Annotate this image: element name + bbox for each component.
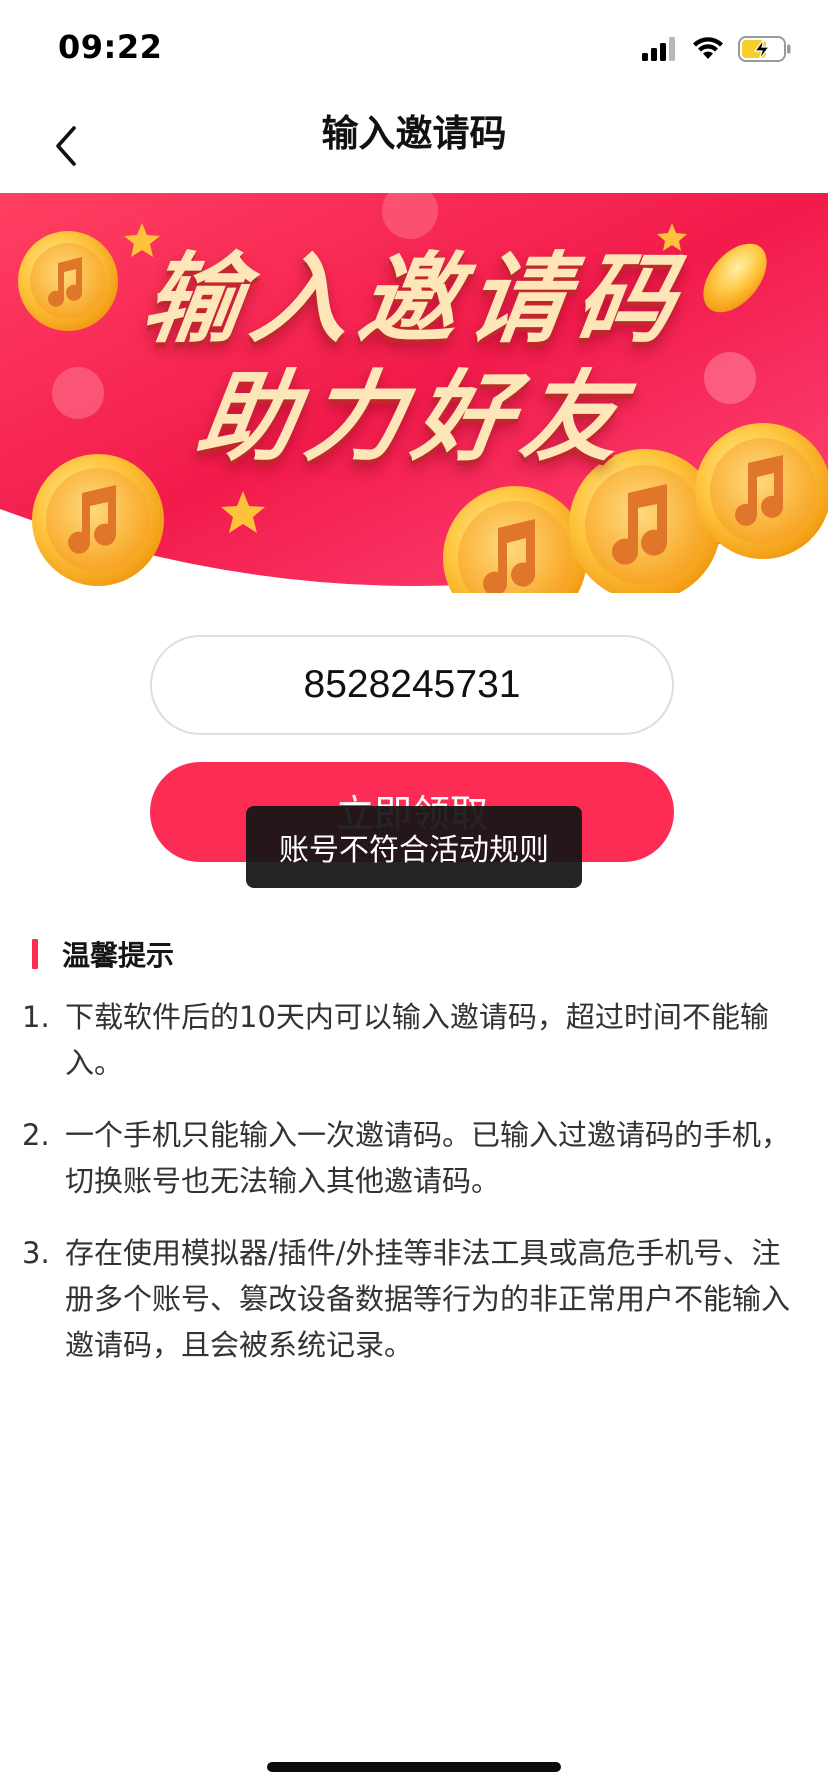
list-item-number: 3. (22, 1236, 50, 1270)
status-time: 09:22 (58, 28, 163, 66)
home-indicator[interactable] (267, 1762, 561, 1772)
list-item: 1. 下载软件后的10天内可以输入邀请码，超过时间不能输入。 (22, 994, 802, 1086)
list-item: 2. 一个手机只能输入一次邀请码。已输入过邀请码的手机，切换账号也无法输入其他邀… (22, 1112, 802, 1204)
status-bar: 09:22 (0, 0, 828, 96)
list-item: 3. 存在使用模拟器/插件/外挂等非法工具或高危手机号、注册多个账号、篡改设备数… (22, 1230, 802, 1368)
nav-bar: 输入邀请码 (0, 96, 828, 192)
status-icons (642, 34, 792, 64)
invite-code-input[interactable] (150, 635, 674, 735)
page-title: 输入邀请码 (321, 112, 507, 155)
invite-code-screen: 09:22 输入邀请码 输入邀请码 助力好友 8528245731 账号不符合活… (0, 0, 828, 1792)
wifi-icon (693, 37, 723, 59)
list-item-text: 存在使用模拟器/插件/外挂等非法工具或高危手机号、注册多个账号、篡改设备数据等行… (65, 1236, 791, 1362)
battery-charging-icon (738, 36, 791, 62)
list-item-text: 下载软件后的10天内可以输入邀请码，超过时间不能输入。 (65, 1000, 769, 1080)
tips-list: 1. 下载软件后的10天内可以输入邀请码，超过时间不能输入。 2. 一个手机只能… (22, 994, 802, 1394)
tips-accent-bar (32, 939, 38, 969)
promo-banner: 输入邀请码 助力好友 (0, 193, 828, 593)
banner-headline: 输入邀请码 (135, 243, 693, 357)
tips-title: 温馨提示 (62, 939, 175, 972)
error-toast: 账号不符合活动规则 (246, 806, 582, 888)
tips-header: 温馨提示 (32, 934, 174, 974)
list-item-number: 2. (22, 1118, 50, 1152)
signal-icon (642, 37, 675, 61)
banner-subheadline: 助力好友 (189, 361, 639, 475)
list-item-number: 1. (22, 1000, 50, 1034)
list-item-text: 一个手机只能输入一次邀请码。已输入过邀请码的手机，切换账号也无法输入其他邀请码。 (65, 1118, 791, 1198)
